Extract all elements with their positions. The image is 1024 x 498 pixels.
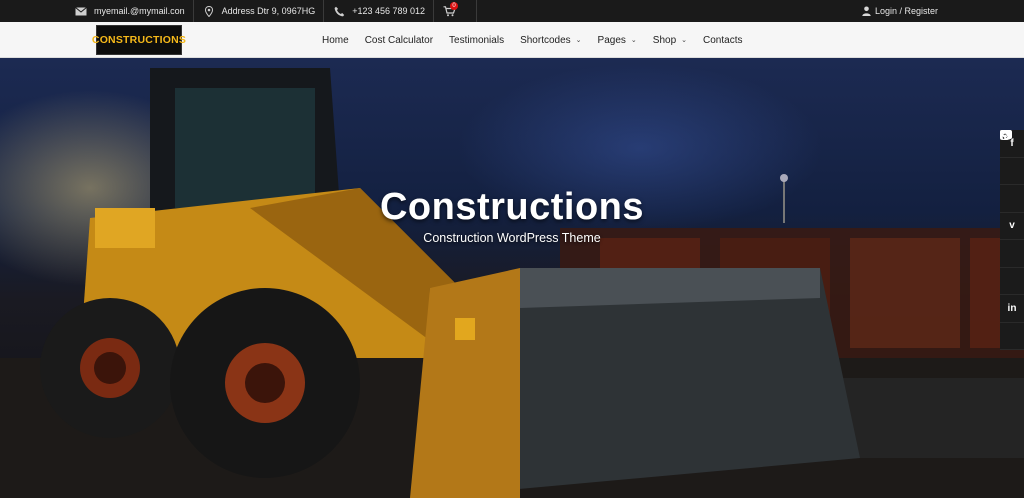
map-pin-icon: [202, 4, 216, 18]
site-logo[interactable]: CONSTRUCTIONS: [92, 25, 186, 55]
email-link[interactable]: myemail.@mymail.con: [66, 0, 194, 22]
nav-shop-label: Shop: [652, 34, 677, 46]
email-text: myemail.@mymail.con: [94, 6, 185, 16]
address-item: Address Dtr 9, 0967HG: [194, 0, 325, 22]
nav-testimonials-label: Testimonials: [449, 34, 505, 46]
phone-link[interactable]: +123 456 789 012: [324, 0, 435, 22]
nav-cost-calculator-label: Cost Calculator: [364, 34, 434, 46]
main-menu: Home Cost Calculator Testimonials Shortc…: [314, 22, 750, 58]
youtube-icon[interactable]: [1000, 130, 1024, 213]
twitter-icon[interactable]: [1000, 130, 1024, 185]
nav-testimonials[interactable]: Testimonials: [441, 22, 512, 58]
address-text: Address Dtr 9, 0967HG: [221, 6, 316, 16]
pinterest-icon[interactable]: p: [1000, 130, 1024, 268]
login-register-link[interactable]: Login / Register: [862, 0, 938, 22]
nav-contacts-label: Contacts: [703, 34, 743, 46]
logo-text: CONSTRUCTIONS: [91, 34, 187, 46]
nav-shop[interactable]: Shop ⌄: [645, 22, 695, 58]
main-navbar: CONSTRUCTIONS Home Cost Calculator Testi…: [0, 22, 1024, 58]
nav-pages-label: Pages: [597, 34, 626, 46]
nav-home-label: Home: [322, 34, 349, 46]
nav-pages[interactable]: Pages ⌄: [590, 22, 645, 58]
chevron-down-icon: ⌄: [575, 37, 582, 44]
phone-text: +123 456 789 012: [352, 6, 426, 16]
rss-icon[interactable]: [1000, 130, 1024, 350]
hero-title: Constructions: [379, 186, 645, 228]
login-register-text: Login / Register: [874, 6, 938, 16]
nav-home[interactable]: Home: [314, 22, 357, 58]
hero-background-image: [0, 68, 1024, 498]
envelope-icon: [74, 4, 88, 18]
cart-button[interactable]: 0: [434, 0, 478, 22]
phone-icon: [332, 4, 346, 18]
chevron-down-icon: ⌄: [681, 37, 688, 44]
chevron-down-icon: ⌄: [630, 37, 637, 44]
instagram-icon[interactable]: [1000, 130, 1024, 295]
nav-cost-calculator[interactable]: Cost Calculator: [357, 22, 441, 58]
vimeo-icon[interactable]: v: [1000, 213, 1024, 240]
social-sidebar: f v p in: [1000, 130, 1024, 350]
nav-contacts[interactable]: Contacts: [695, 22, 750, 58]
user-icon: [862, 6, 871, 16]
nav-shortcodes[interactable]: Shortcodes ⌄: [512, 22, 589, 58]
hero-subtitle: Construction WordPress Theme: [423, 231, 601, 245]
linkedin-icon[interactable]: in: [1000, 295, 1024, 323]
nav-shortcodes-label: Shortcodes: [520, 34, 571, 46]
cart-count-badge: 0: [450, 2, 459, 10]
hero-slider: Constructions Construction WordPress The…: [0, 58, 1024, 498]
